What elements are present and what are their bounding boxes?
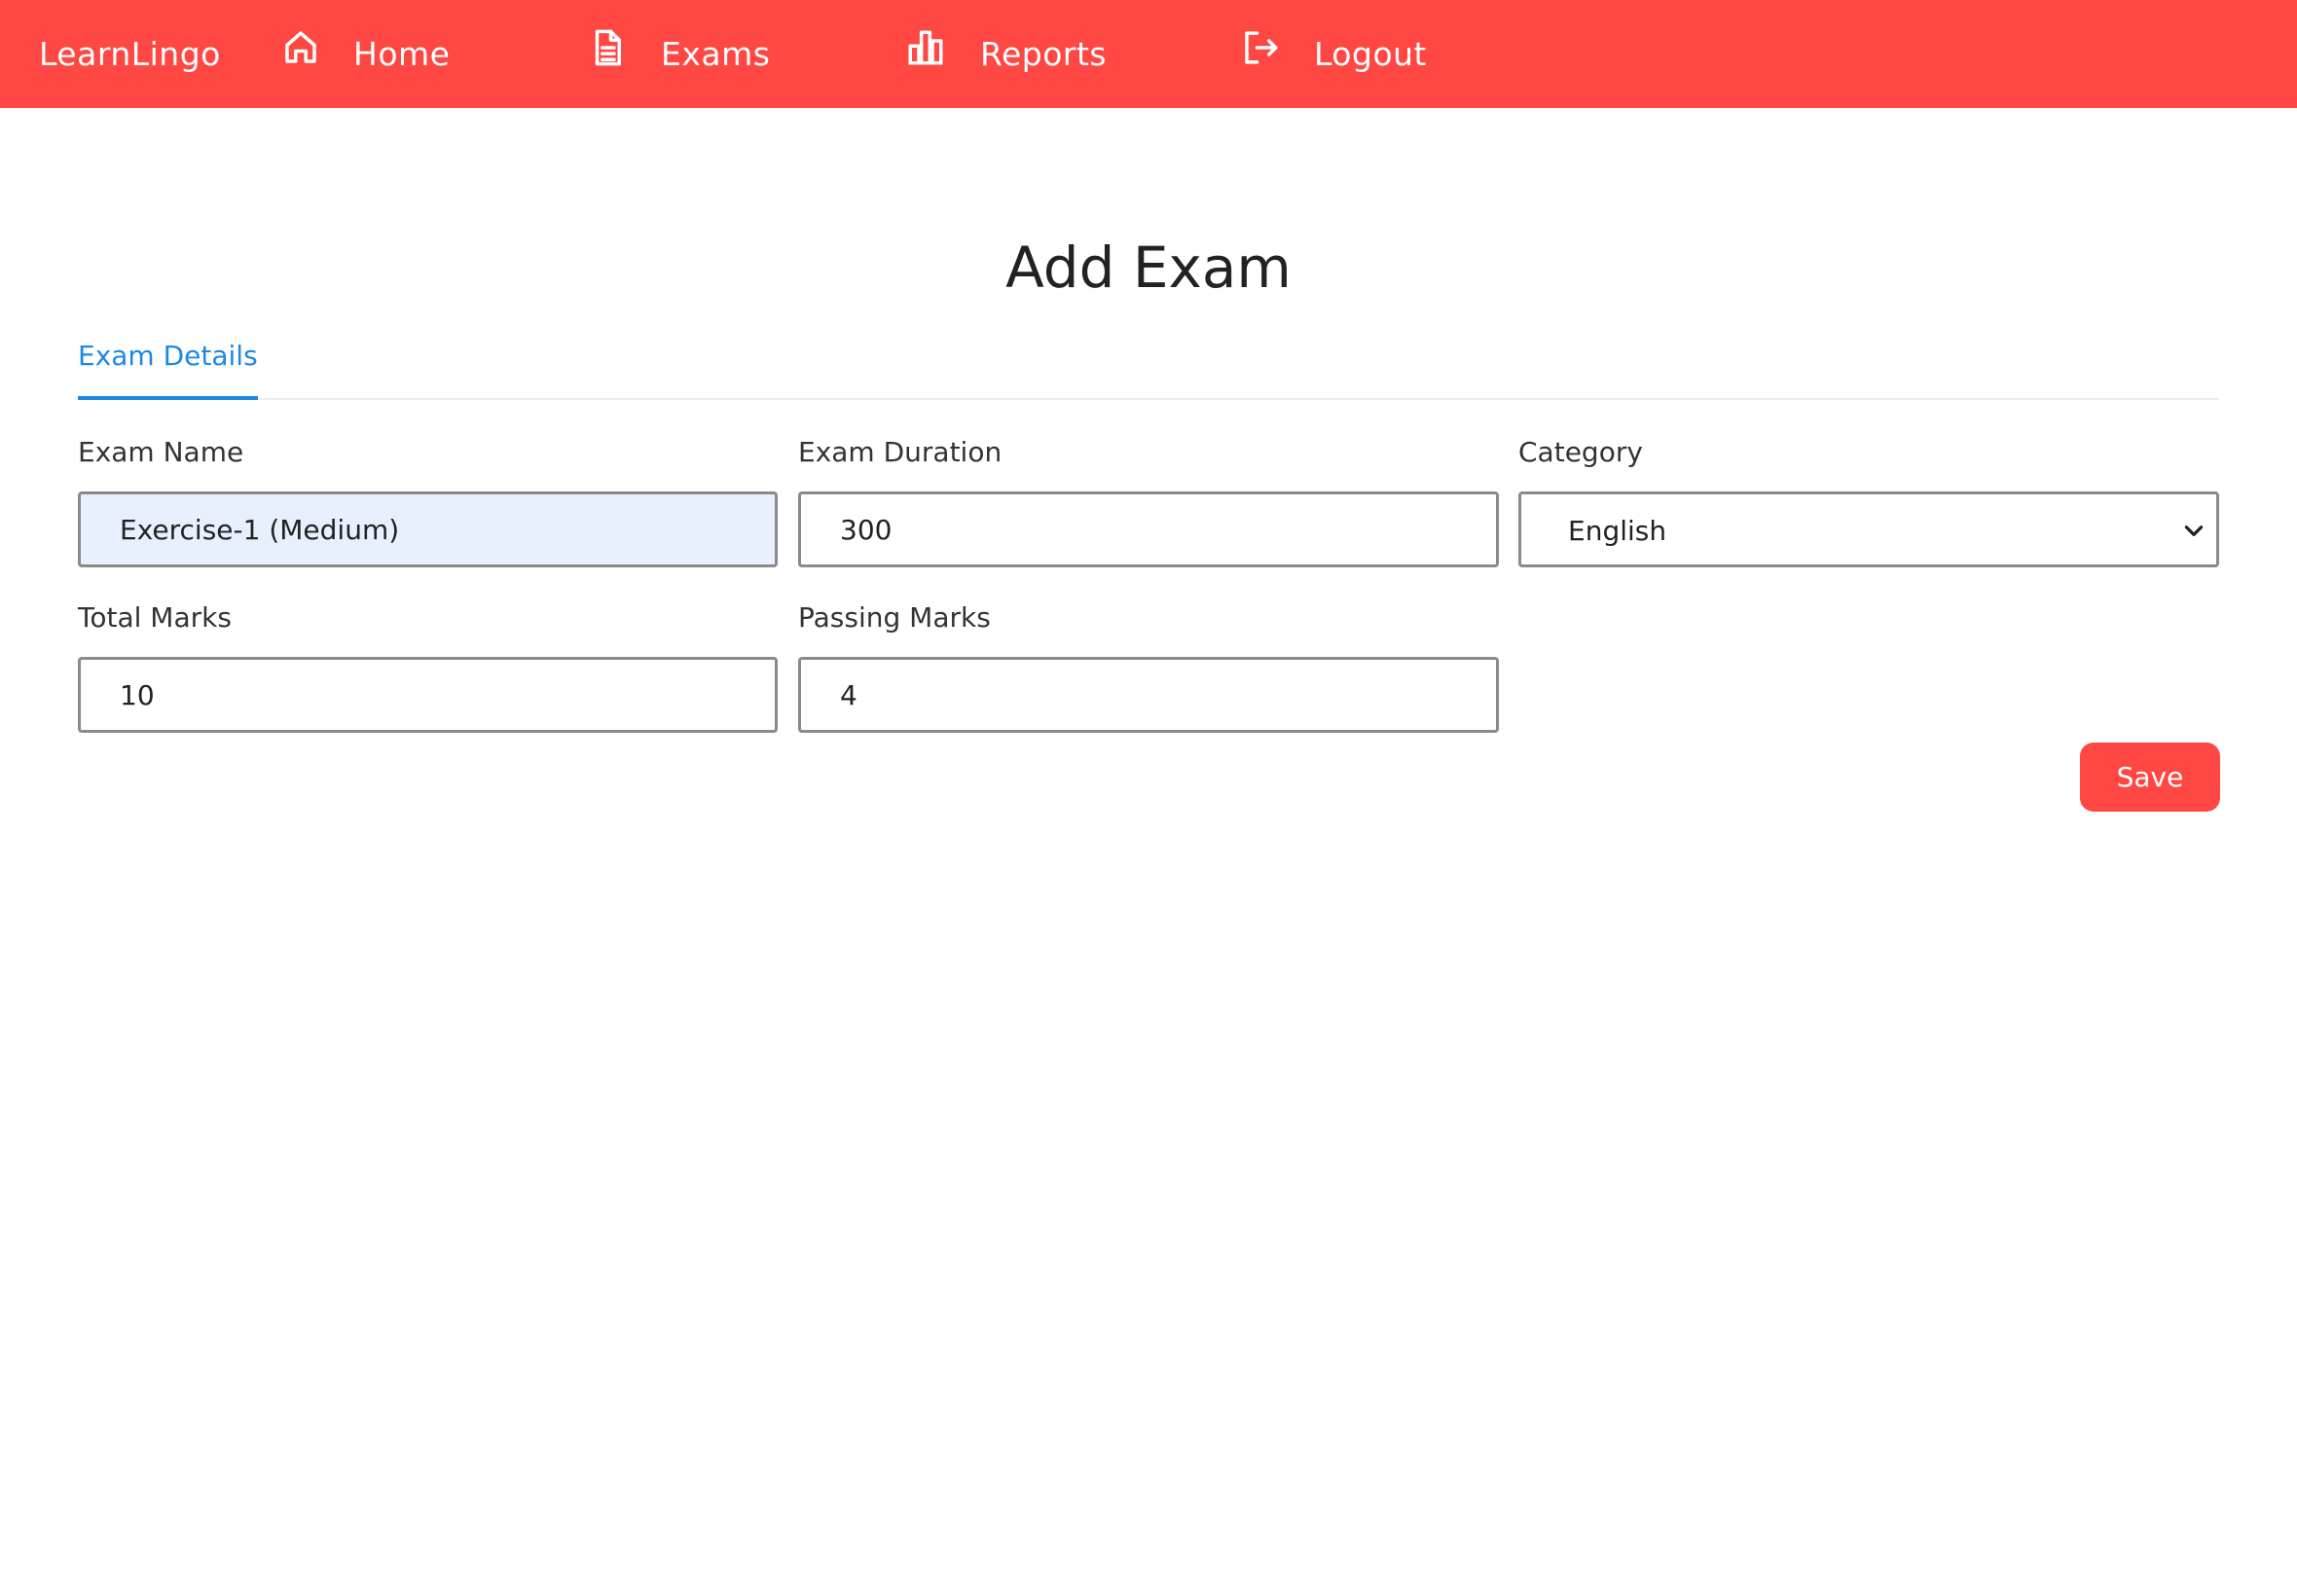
passing-marks-input[interactable]	[798, 657, 1499, 733]
nav-item-label: Home	[353, 35, 451, 73]
category-select[interactable]: English	[1518, 491, 2219, 567]
nav-item-reports[interactable]: Reports	[905, 25, 1119, 84]
passing-marks-label: Passing Marks	[798, 601, 991, 634]
page-title: Add Exam	[1005, 235, 1292, 301]
total-marks-label: Total Marks	[78, 601, 232, 634]
exam-name-input[interactable]	[78, 491, 778, 567]
logout-icon	[1240, 27, 1281, 68]
tab-exam-details[interactable]: Exam Details	[78, 339, 258, 400]
exam-name-label: Exam Name	[78, 436, 244, 468]
top-navbar: LearnLingo Home Exams Reports Logout	[0, 0, 2297, 108]
nav-item-exams[interactable]: Exams	[587, 25, 772, 84]
category-label: Category	[1518, 436, 1643, 468]
exam-duration-input[interactable]	[798, 491, 1499, 567]
save-button[interactable]: Save	[2080, 743, 2220, 812]
home-icon	[280, 27, 321, 68]
brand-logo[interactable]: LearnLingo	[39, 33, 221, 76]
chevron-down-icon	[2181, 518, 2206, 543]
nav-item-label: Exams	[661, 35, 771, 73]
document-icon	[587, 27, 628, 68]
nav-item-label: Reports	[980, 35, 1108, 73]
bar-chart-icon	[905, 27, 946, 68]
nav-item-home[interactable]: Home	[280, 25, 465, 84]
nav-item-logout[interactable]: Logout	[1240, 25, 1444, 84]
tab-bar: Exam Details	[78, 331, 2219, 400]
total-marks-input[interactable]	[78, 657, 778, 733]
exam-duration-label: Exam Duration	[798, 436, 1003, 468]
category-selected-value: English	[1568, 515, 1667, 547]
nav-item-label: Logout	[1314, 35, 1427, 73]
